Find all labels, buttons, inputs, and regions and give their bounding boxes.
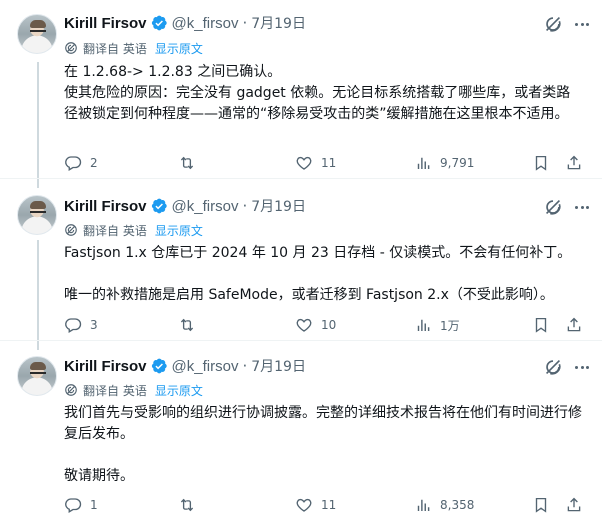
author-name[interactable]: Kirill Firsov [64,15,147,32]
author-handle[interactable]: @k_firsov [172,358,239,375]
tweet-text: 我们首先与受影响的组织进行协调披露。完整的详细技术报告将在他们有时间进行修复后发… [64,405,582,484]
translation-label: 翻译自 英语 [83,223,147,238]
reply-icon [64,316,82,334]
like-icon [295,154,313,172]
avatar[interactable] [17,195,57,235]
tweet-header: Kirill Firsov @k_firsov · 7月19日 [64,196,306,216]
translation-label: 翻译自 英语 [83,41,147,56]
like-icon [295,496,313,514]
action-bar: 1 11 8,358 [64,496,588,516]
bookmark-button[interactable] [532,316,558,334]
like-count: 11 [321,156,337,170]
like-button[interactable]: 11 [295,496,336,514]
views-button[interactable]: 9,791 [414,154,474,172]
verified-badge-icon [150,14,168,32]
repost-button[interactable] [178,496,204,514]
verified-badge-icon [150,357,168,375]
like-button[interactable]: 11 [295,154,336,172]
share-icon [565,316,583,334]
show-original-link[interactable]: 显示原文 [155,382,203,399]
repost-button[interactable] [178,154,204,172]
tweet-date[interactable]: 7月19日 [251,356,306,376]
author-handle[interactable]: @k_firsov [172,198,239,215]
reply-button[interactable]: 3 [64,316,98,334]
author-handle[interactable]: @k_firsov [172,15,239,32]
reply-count: 3 [90,318,98,332]
repost-icon [178,316,196,334]
avatar[interactable] [17,14,57,54]
tweet-header: Kirill Firsov @k_firsov · 7月19日 [64,356,306,376]
translation-label: 翻译自 英语 [83,383,147,398]
avatar[interactable] [17,356,57,396]
more-icon[interactable] [572,357,592,377]
repost-icon [178,154,196,172]
bookmark-icon [532,496,550,514]
more-icon[interactable] [572,197,592,217]
translation-row: 翻译自 英语 显示原文 [64,39,203,57]
share-button[interactable] [565,496,591,514]
like-count: 11 [321,498,337,512]
repost-icon [178,496,196,514]
share-button[interactable] [565,316,591,334]
translation-row: 翻译自 英语 显示原文 [64,381,203,399]
views-count: 9,791 [440,156,475,170]
tweet[interactable]: Kirill Firsov @k_firsov · 7月19日 翻译自 英语 显… [0,340,602,520]
like-button[interactable]: 10 [295,316,336,334]
separator-dot: · [242,14,248,32]
more-icon[interactable] [572,14,592,34]
reply-button[interactable]: 2 [64,154,98,172]
separator-dot: · [242,357,248,375]
translate-icon [64,383,78,397]
show-original-link[interactable]: 显示原文 [155,222,203,239]
like-icon [295,316,313,334]
views-button[interactable]: 8,358 [414,496,474,514]
bookmark-icon [532,316,550,334]
views-count: 8,358 [440,498,475,512]
reply-count: 1 [90,498,98,512]
author-name[interactable]: Kirill Firsov [64,198,147,215]
tweet[interactable]: Kirill Firsov @k_firsov · 7月19日 翻译自 英语 显… [0,178,602,340]
grok-icon[interactable] [542,356,564,378]
views-icon [414,316,432,334]
grok-icon[interactable] [542,196,564,218]
action-bar: 2 11 9,791 [64,154,588,174]
action-bar: 3 10 1万 [64,316,588,336]
reply-icon [64,496,82,514]
bookmark-icon [532,154,550,172]
author-name[interactable]: Kirill Firsov [64,358,147,375]
reply-icon [64,154,82,172]
tweet-header: Kirill Firsov @k_firsov · 7月19日 [64,13,306,33]
grok-icon[interactable] [542,13,564,35]
views-icon [414,154,432,172]
bookmark-button[interactable] [532,496,558,514]
verified-badge-icon [150,197,168,215]
tweet[interactable]: Kirill Firsov @k_firsov · 7月19日 翻译自 英语 显… [0,0,602,178]
translation-row: 翻译自 英语 显示原文 [64,221,203,239]
tweet-text: Fastjson 1.x 仓库已于 2024 年 10 月 23 日存档 - 仅… [64,245,572,303]
tweet-date[interactable]: 7月19日 [251,196,306,216]
translate-icon [64,223,78,237]
show-original-link[interactable]: 显示原文 [155,40,203,57]
tweet-date[interactable]: 7月19日 [251,13,306,33]
share-icon [565,154,583,172]
reply-button[interactable]: 1 [64,496,98,514]
views-button[interactable]: 1万 [414,316,460,334]
repost-button[interactable] [178,316,204,334]
views-count: 1万 [440,318,460,333]
separator-dot: · [242,197,248,215]
translate-icon [64,41,78,55]
reply-count: 2 [90,156,98,170]
share-button[interactable] [565,154,591,172]
share-icon [565,496,583,514]
tweet-text: 在 1.2.68-> 1.2.83 之间已确认。 使其危险的原因：完全没有 ga… [64,64,571,122]
like-count: 10 [321,318,337,332]
views-icon [414,496,432,514]
bookmark-button[interactable] [532,154,558,172]
